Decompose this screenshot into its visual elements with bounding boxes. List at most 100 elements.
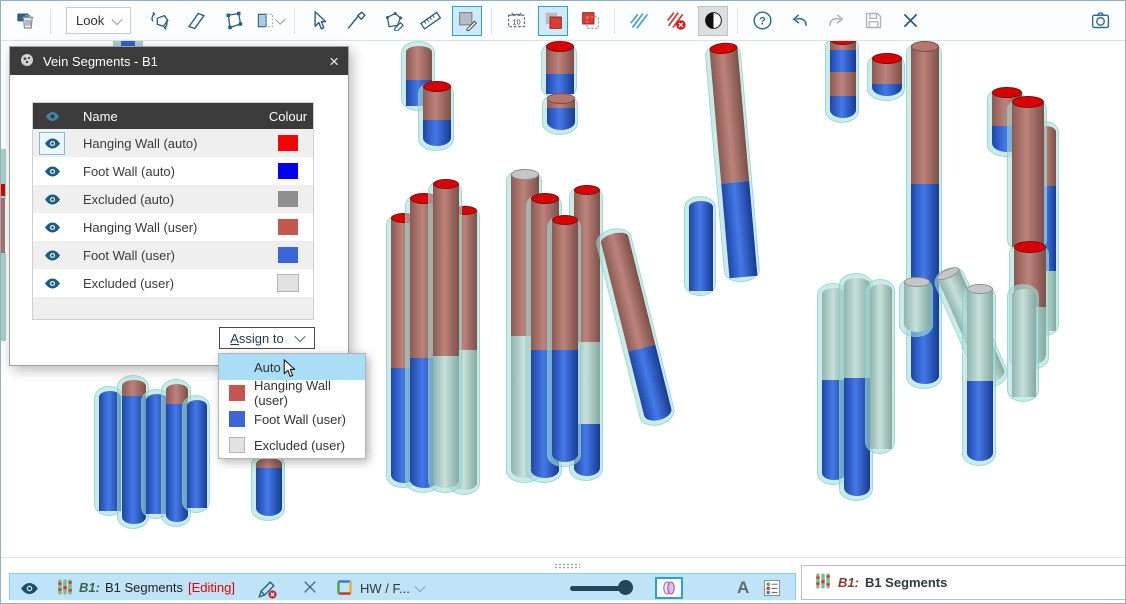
screenshot-button[interactable] — [1085, 6, 1115, 36]
row-visibility-eye-icon[interactable] — [40, 245, 64, 266]
table-row[interactable]: Excluded (user) — [33, 269, 313, 297]
menu-item[interactable]: Excluded (user) — [219, 432, 365, 458]
legend-list-icon[interactable] — [762, 578, 782, 598]
dialog-title: Vein Segments - B1 — [43, 54, 158, 69]
dialog-title-bar[interactable]: Vein Segments - B1 × — [10, 47, 348, 75]
polyline-tool[interactable] — [218, 6, 248, 36]
colour-swatch[interactable] — [278, 219, 298, 235]
drillhole-segment[interactable] — [542, 93, 578, 135]
row-visibility-eye-icon[interactable] — [40, 161, 64, 182]
select-tool[interactable] — [304, 6, 334, 36]
contrast-tool[interactable] — [698, 6, 728, 36]
segment-cap — [546, 41, 574, 52]
segment-cap — [433, 179, 459, 189]
cancel-edit-pencil-icon[interactable] — [256, 578, 278, 600]
menu-item[interactable]: Foot Wall (user) — [219, 406, 365, 432]
segment-cap — [911, 41, 939, 52]
toolbar-separator — [491, 8, 492, 34]
table-row[interactable]: Hanging Wall (auto) — [33, 129, 313, 157]
interval-length-tool[interactable]: 10 — [501, 6, 531, 36]
menu-item[interactable]: Hanging Wall (user) — [219, 380, 365, 406]
menu-item-swatch — [229, 411, 245, 427]
mouse-cursor-icon — [279, 358, 300, 379]
menu-item-label: Foot Wall (user) — [254, 412, 346, 427]
render-style-button[interactable] — [655, 577, 683, 599]
drillhole-segment[interactable] — [684, 196, 716, 296]
object-prefix: B1: — [838, 575, 859, 590]
menu-item-label: Auto — [254, 360, 281, 375]
drillhole-segment[interactable] — [825, 41, 859, 123]
look-mode-select[interactable]: Look — [66, 7, 131, 34]
drillhole-segment[interactable] — [428, 179, 462, 493]
properties-panel-header: B1: B1 Segments — [801, 565, 1126, 600]
segments-table: Name Colour Hanging Wall (auto)Foot Wall… — [32, 102, 314, 320]
draw-slice-line-tool[interactable] — [341, 6, 371, 36]
toolbar: Look 10? — [1, 1, 1125, 41]
chevron-down-icon[interactable] — [414, 581, 425, 592]
table-row[interactable]: Hanging Wall (user) — [33, 213, 313, 241]
remove-from-selection-tool[interactable] — [575, 6, 605, 36]
splitter-grip-icon[interactable] — [554, 563, 580, 569]
drillhole-segment[interactable] — [865, 279, 895, 454]
drillhole-segment[interactable] — [182, 395, 210, 513]
colormap-select[interactable]: HW / F... — [360, 581, 410, 596]
row-visibility-eye-icon[interactable] — [40, 273, 64, 294]
clear-scene[interactable] — [11, 6, 41, 36]
slice-tool[interactable] — [181, 6, 211, 36]
text-display-icon[interactable]: A — [737, 578, 749, 598]
assign-to-button[interactable]: Assign to — [219, 327, 315, 349]
help-button[interactable]: ? — [747, 6, 777, 36]
drillhole-segment[interactable] — [906, 41, 942, 389]
vein-segments-dialog: Vein Segments - B1 × Name Colour Hanging… — [9, 46, 349, 366]
object-name: B1 Segments — [105, 580, 183, 595]
drillhole-segment[interactable] — [547, 215, 581, 467]
composite-lines-tool[interactable] — [624, 6, 654, 36]
table-row[interactable]: Foot Wall (auto) — [33, 157, 313, 185]
drillhole-segment[interactable] — [962, 284, 996, 466]
plane-tool[interactable] — [255, 6, 285, 36]
vein-segments-icon — [19, 52, 35, 71]
segment-cap — [1014, 241, 1046, 253]
toolbar-separator — [614, 8, 615, 34]
segment-cap — [872, 53, 902, 64]
drillhole-segment[interactable] — [1007, 97, 1047, 252]
paint-intervals-tool[interactable] — [452, 6, 482, 36]
row-visibility-eye-icon[interactable] — [39, 132, 65, 155]
visibility-column-eye-icon — [33, 109, 71, 124]
table-row[interactable]: Excluded (auto) — [33, 185, 313, 213]
svg-text:?: ? — [759, 15, 766, 27]
table-row[interactable]: Foot Wall (user) — [33, 241, 313, 269]
dialog-close-icon[interactable]: × — [329, 53, 339, 70]
scene-object-label: B1: B1 Segments [Editing] — [56, 578, 235, 596]
morph-tool[interactable] — [144, 6, 174, 36]
colour-swatch[interactable] — [278, 247, 298, 263]
segment-cap — [992, 87, 1022, 98]
colour-swatch[interactable] — [278, 135, 298, 151]
colour-swatch[interactable] — [277, 274, 299, 292]
undo-button[interactable] — [784, 6, 814, 36]
remove-lines-tool[interactable] — [661, 6, 691, 36]
name-column-header: Name — [71, 109, 263, 124]
opacity-slider-thumb[interactable] — [618, 580, 633, 595]
remove-from-scene-icon[interactable] — [302, 579, 318, 595]
drillhole-segment[interactable] — [418, 81, 454, 151]
colour-swatch[interactable] — [278, 191, 298, 207]
drillhole-segment[interactable] — [594, 225, 678, 430]
row-visibility-eye-icon[interactable] — [40, 189, 64, 210]
shape-list-item[interactable]: B1: B1 Segments [Editing] HW / F... A — [9, 573, 796, 601]
draw-polygon-tool[interactable] — [378, 6, 408, 36]
row-visibility-eye-icon[interactable] — [40, 217, 64, 238]
toolbar-separator — [294, 8, 295, 34]
colormap-icon[interactable] — [336, 579, 353, 596]
drillhole-segment[interactable] — [899, 277, 933, 337]
drillhole-segment[interactable] — [251, 453, 285, 521]
add-to-selection-tool[interactable] — [538, 6, 568, 36]
drillhole-segment[interactable] — [867, 53, 905, 101]
close-editor-button[interactable] — [895, 6, 925, 36]
measure-tool[interactable] — [415, 6, 445, 36]
drillhole-segment[interactable] — [541, 41, 577, 99]
drillhole-segment[interactable] — [1007, 284, 1039, 402]
segment-cap — [531, 193, 559, 204]
colour-swatch[interactable] — [278, 163, 298, 179]
visibility-eye-icon[interactable] — [20, 579, 39, 598]
